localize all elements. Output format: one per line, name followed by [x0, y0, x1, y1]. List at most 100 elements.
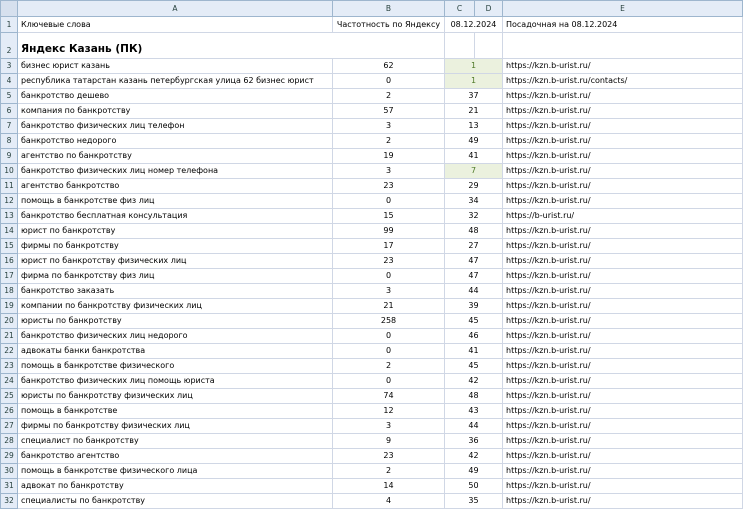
row-number[interactable]: 7 [0, 118, 18, 134]
row-number[interactable]: 17 [0, 268, 18, 284]
frequency-cell[interactable]: 2 [332, 133, 445, 149]
keyword-cell[interactable]: банкротство физических лиц недорого [17, 328, 333, 344]
position-cell[interactable]: 47 [444, 253, 503, 269]
landing-url-cell[interactable]: https://kzn.b-urist.ru/ [502, 118, 743, 134]
landing-url-cell[interactable]: https://kzn.b-urist.ru/ [502, 388, 743, 404]
frequency-cell[interactable]: 23 [332, 448, 445, 464]
landing-url-cell[interactable]: https://kzn.b-urist.ru/ [502, 148, 743, 164]
row-number[interactable]: 16 [0, 253, 18, 269]
frequency-cell[interactable]: 23 [332, 178, 445, 194]
row-number[interactable]: 32 [0, 493, 18, 509]
frequency-cell[interactable]: 14 [332, 478, 445, 494]
keyword-cell[interactable]: республика татарстан казань петербургска… [17, 73, 333, 89]
position-cell[interactable]: 45 [444, 358, 503, 374]
frequency-cell[interactable]: 0 [332, 268, 445, 284]
row-number[interactable]: 13 [0, 208, 18, 224]
landing-url-cell[interactable]: https://b-urist.ru/ [502, 208, 743, 224]
keyword-cell[interactable]: банкротство физических лиц номер телефон… [17, 163, 333, 179]
frequency-cell[interactable]: 12 [332, 403, 445, 419]
landing-url-cell[interactable]: https://kzn.b-urist.ru/ [502, 463, 743, 479]
landing-url-cell[interactable]: https://kzn.b-urist.ru/ [502, 448, 743, 464]
frequency-cell[interactable]: 15 [332, 208, 445, 224]
keyword-cell[interactable]: фирмы по банкротству физических лиц [17, 418, 333, 434]
row-number[interactable]: 21 [0, 328, 18, 344]
header-date-cell[interactable]: 08.12.2024 [444, 16, 503, 33]
row-number[interactable]: 26 [0, 403, 18, 419]
row-number[interactable]: 28 [0, 433, 18, 449]
landing-url-cell[interactable]: https://kzn.b-urist.ru/ [502, 238, 743, 254]
frequency-cell[interactable]: 9 [332, 433, 445, 449]
column-header-c[interactable]: C [444, 0, 475, 17]
landing-url-cell[interactable]: https://kzn.b-urist.ru/ [502, 193, 743, 209]
frequency-cell[interactable]: 99 [332, 223, 445, 239]
frequency-cell[interactable]: 19 [332, 148, 445, 164]
frequency-cell[interactable]: 0 [332, 343, 445, 359]
keyword-cell[interactable]: агентство по банкротству [17, 148, 333, 164]
select-all-corner[interactable] [0, 0, 18, 17]
position-cell[interactable]: 44 [444, 418, 503, 434]
position-cell[interactable]: 41 [444, 343, 503, 359]
landing-url-cell[interactable]: https://kzn.b-urist.ru/ [502, 433, 743, 449]
position-cell[interactable]: 1 [444, 73, 503, 89]
landing-url-cell[interactable]: https://kzn.b-urist.ru/ [502, 298, 743, 314]
frequency-cell[interactable]: 258 [332, 313, 445, 329]
keyword-cell[interactable]: юрист по банкротству физических лиц [17, 253, 333, 269]
row-number[interactable]: 9 [0, 148, 18, 164]
spreadsheet-grid[interactable]: A B C D E 1 Ключевые слова Частотность п… [0, 0, 743, 509]
position-cell[interactable]: 13 [444, 118, 503, 134]
row-number[interactable]: 5 [0, 88, 18, 104]
frequency-cell[interactable]: 2 [332, 463, 445, 479]
row-number[interactable]: 8 [0, 133, 18, 149]
landing-url-cell[interactable]: https://kzn.b-urist.ru/ [502, 253, 743, 269]
position-cell[interactable]: 42 [444, 448, 503, 464]
keyword-cell[interactable]: помощь в банкротстве [17, 403, 333, 419]
header-keywords-cell[interactable]: Ключевые слова [17, 16, 333, 33]
row-number[interactable]: 3 [0, 58, 18, 74]
row-number[interactable]: 10 [0, 163, 18, 179]
keyword-cell[interactable]: банкротство дешево [17, 88, 333, 104]
position-cell[interactable]: 34 [444, 193, 503, 209]
position-cell[interactable]: 46 [444, 328, 503, 344]
position-cell[interactable]: 50 [444, 478, 503, 494]
position-cell[interactable]: 36 [444, 433, 503, 449]
landing-url-cell[interactable]: https://kzn.b-urist.ru/ [502, 478, 743, 494]
row-number[interactable]: 15 [0, 238, 18, 254]
frequency-cell[interactable]: 0 [332, 193, 445, 209]
landing-url-cell[interactable]: https://kzn.b-urist.ru/ [502, 58, 743, 74]
frequency-cell[interactable]: 3 [332, 283, 445, 299]
landing-url-cell[interactable]: https://kzn.b-urist.ru/ [502, 358, 743, 374]
row-number[interactable]: 24 [0, 373, 18, 389]
landing-url-cell[interactable]: https://kzn.b-urist.ru/ [502, 283, 743, 299]
position-cell[interactable]: 7 [444, 163, 503, 179]
keyword-cell[interactable]: агентство банкротство [17, 178, 333, 194]
keyword-cell[interactable]: помощь в банкротстве физ лиц [17, 193, 333, 209]
position-cell[interactable]: 48 [444, 223, 503, 239]
keyword-cell[interactable]: банкротство заказать [17, 283, 333, 299]
column-header-e[interactable]: E [502, 0, 743, 17]
keyword-cell[interactable]: помощь в банкротстве физического [17, 358, 333, 374]
row-number[interactable]: 22 [0, 343, 18, 359]
row-number[interactable]: 4 [0, 73, 18, 89]
landing-url-cell[interactable]: https://kzn.b-urist.ru/ [502, 163, 743, 179]
landing-url-cell[interactable]: https://kzn.b-urist.ru/ [502, 223, 743, 239]
landing-url-cell[interactable]: https://kzn.b-urist.ru/contacts/ [502, 73, 743, 89]
section-title-cell[interactable]: Яндекс Казань (ПК) [17, 32, 333, 59]
position-cell[interactable]: 41 [444, 148, 503, 164]
position-cell[interactable]: 43 [444, 403, 503, 419]
row-number[interactable]: 30 [0, 463, 18, 479]
frequency-cell[interactable]: 2 [332, 88, 445, 104]
keyword-cell[interactable]: банкротство недорого [17, 133, 333, 149]
landing-url-cell[interactable]: https://kzn.b-urist.ru/ [502, 418, 743, 434]
row-number[interactable]: 1 [0, 16, 18, 33]
frequency-cell[interactable]: 3 [332, 163, 445, 179]
landing-url-cell[interactable]: https://kzn.b-urist.ru/ [502, 178, 743, 194]
row-number[interactable]: 6 [0, 103, 18, 119]
keyword-cell[interactable]: фирмы по банкротству [17, 238, 333, 254]
frequency-cell[interactable]: 3 [332, 118, 445, 134]
row-number[interactable]: 31 [0, 478, 18, 494]
position-cell[interactable]: 29 [444, 178, 503, 194]
row-number[interactable]: 14 [0, 223, 18, 239]
row-number[interactable]: 2 [0, 32, 18, 59]
row-number[interactable]: 29 [0, 448, 18, 464]
position-cell[interactable]: 45 [444, 313, 503, 329]
